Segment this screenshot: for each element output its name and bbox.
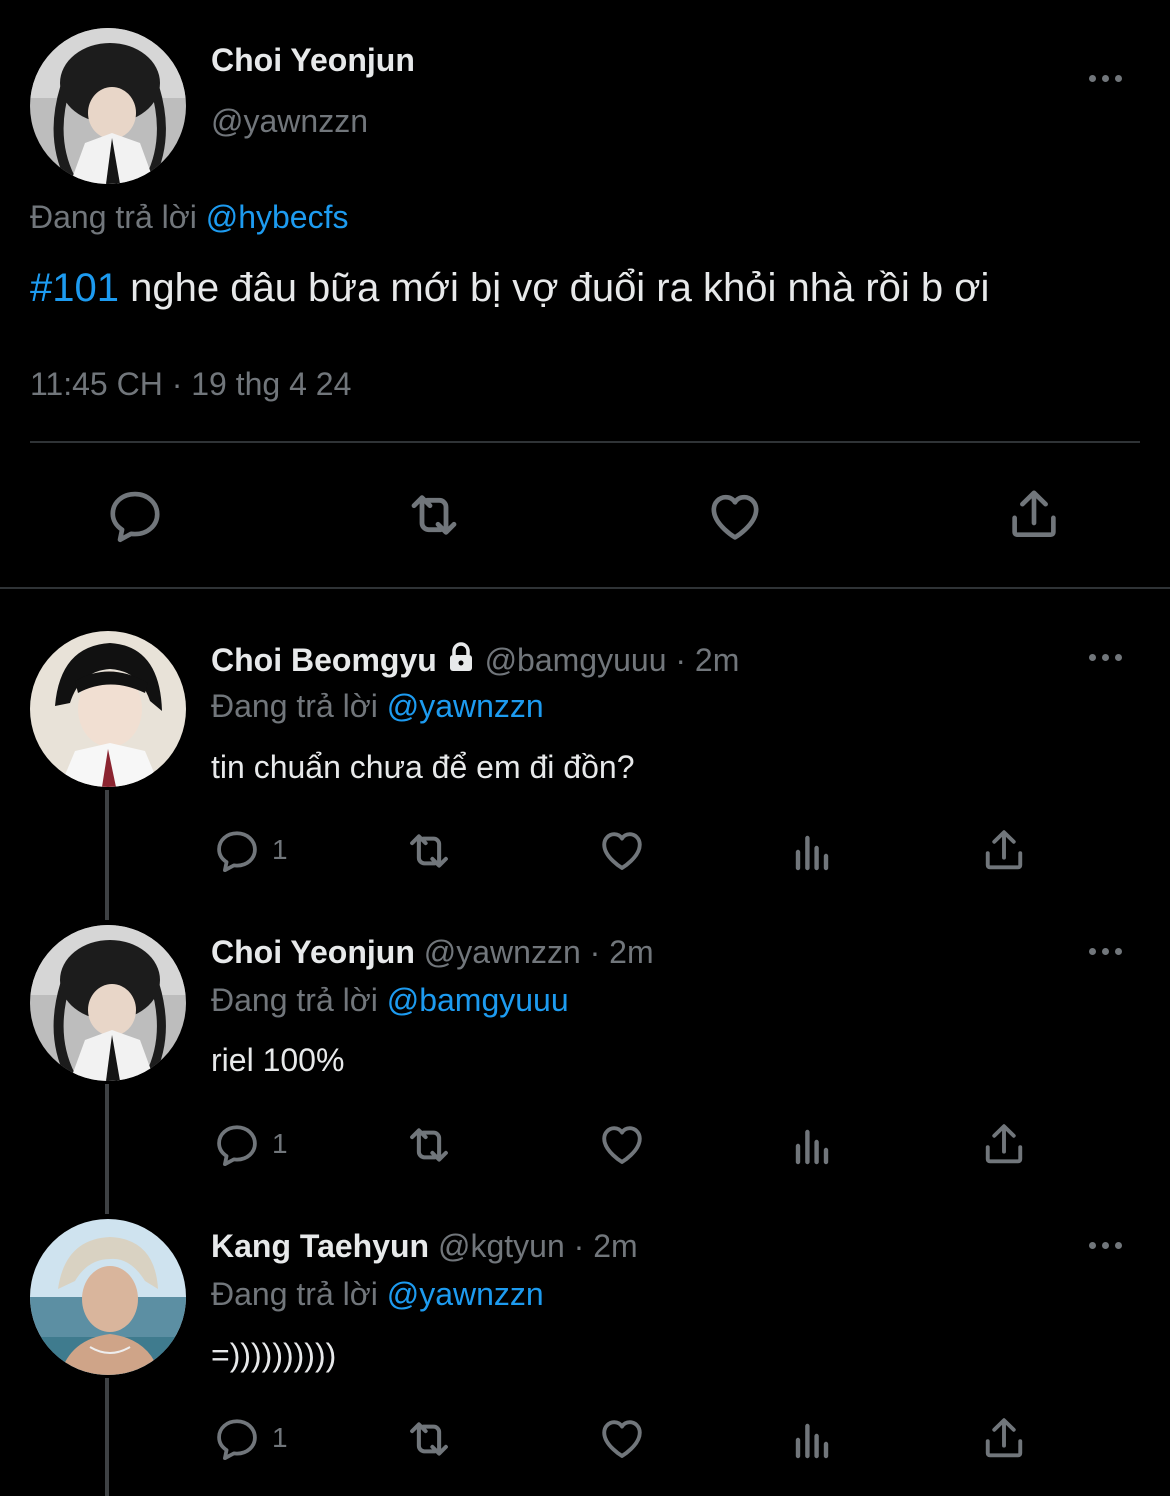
divider	[0, 587, 1170, 589]
retweet-icon[interactable]	[401, 1412, 457, 1466]
reply-header: Choi Beomgyu @bamgyuuu · 2m	[211, 641, 739, 681]
main-tweet-text: #101 nghe đâu bữa mới bị vợ đuổi ra khỏi…	[30, 266, 989, 311]
lock-icon	[446, 641, 476, 681]
reply-text: tin chuẩn chưa để em đi đồn?	[211, 749, 635, 785]
reply-prefix: Đang trả lời	[30, 199, 197, 235]
reply-to-link[interactable]: @hybecfs	[206, 199, 349, 235]
reply-time[interactable]: · 2m	[574, 1228, 638, 1264]
like-icon[interactable]	[595, 1412, 649, 1464]
reply-author-handle[interactable]: @yawnzzn	[424, 934, 581, 970]
reply-prefix: Đang trả lời	[211, 982, 378, 1018]
reply-count: 1	[272, 1422, 288, 1453]
reply-author-avatar[interactable]	[30, 1219, 186, 1375]
main-author-name[interactable]: Choi Yeonjun	[211, 42, 415, 79]
main-more-icon[interactable]	[1089, 75, 1122, 82]
reply-author-avatar[interactable]	[30, 925, 186, 1081]
reply-prefix: Đang trả lời	[211, 1276, 378, 1312]
retweet-icon[interactable]	[401, 1118, 457, 1172]
divider	[30, 441, 1140, 443]
reply-context: Đang trả lời @bamgyuuu	[211, 982, 569, 1019]
reply-time[interactable]: · 2m	[590, 934, 654, 970]
reply-author-name[interactable]: Kang Taehyun	[211, 1228, 429, 1264]
reply-more-icon[interactable]	[1089, 654, 1122, 661]
hashtag-link[interactable]: #101	[30, 266, 119, 310]
reply-context: Đang trả lời @yawnzzn	[211, 688, 544, 725]
main-timestamp[interactable]: 11:45 CH · 19 thg 4 24	[30, 366, 351, 403]
reply-header: Kang Taehyun @kgtyun · 2m	[211, 1228, 638, 1265]
like-icon[interactable]	[595, 824, 649, 876]
retweet-icon[interactable]	[400, 483, 468, 547]
reply-more-icon[interactable]	[1089, 1242, 1122, 1249]
reply-icon[interactable]	[212, 1120, 262, 1170]
reply-author-name[interactable]: Choi Yeonjun	[211, 934, 415, 970]
thread-line	[105, 790, 109, 920]
reply-text: =))))))))))	[211, 1337, 337, 1373]
share-icon[interactable]	[978, 1412, 1030, 1464]
reply-author-handle[interactable]: @kgtyun	[438, 1228, 565, 1264]
reply-to-link[interactable]: @yawnzzn	[387, 1276, 544, 1312]
reply-context: Đang trả lời @yawnzzn	[211, 1276, 544, 1313]
main-author-avatar[interactable]	[30, 28, 186, 184]
reply-icon[interactable]	[212, 1414, 262, 1464]
retweet-icon[interactable]	[401, 824, 457, 878]
share-icon[interactable]	[1003, 483, 1065, 545]
main-reply-context: Đang trả lời @hybecfs	[30, 199, 348, 236]
reply-icon[interactable]	[212, 826, 262, 876]
like-icon[interactable]	[703, 485, 767, 547]
reply-to-link[interactable]: @bamgyuuu	[387, 982, 569, 1018]
reply-author-name[interactable]: Choi Beomgyu	[211, 642, 437, 678]
main-author-handle[interactable]: @yawnzzn	[211, 103, 368, 140]
reply-icon[interactable]	[104, 485, 166, 547]
thread-line	[105, 1084, 109, 1214]
tweet-body: nghe đâu bữa mới bị vợ đuổi ra khỏi nhà …	[118, 266, 990, 310]
share-icon[interactable]	[978, 824, 1030, 876]
views-icon[interactable]	[788, 1416, 836, 1464]
reply-to-link[interactable]: @yawnzzn	[387, 688, 544, 724]
share-icon[interactable]	[978, 1118, 1030, 1170]
views-icon[interactable]	[788, 828, 836, 876]
views-icon[interactable]	[788, 1122, 836, 1170]
reply-count: 1	[272, 834, 288, 865]
reply-author-avatar[interactable]	[30, 631, 186, 787]
reply-author-handle[interactable]: @bamgyuuu	[485, 642, 667, 678]
reply-count: 1	[272, 1128, 288, 1159]
reply-text: riel 100%	[211, 1042, 345, 1078]
like-icon[interactable]	[595, 1118, 649, 1170]
thread-line	[105, 1378, 109, 1496]
reply-more-icon[interactable]	[1089, 948, 1122, 955]
reply-header: Choi Yeonjun @yawnzzn · 2m	[211, 934, 654, 971]
reply-time[interactable]: · 2m	[675, 642, 739, 678]
reply-prefix: Đang trả lời	[211, 688, 378, 724]
